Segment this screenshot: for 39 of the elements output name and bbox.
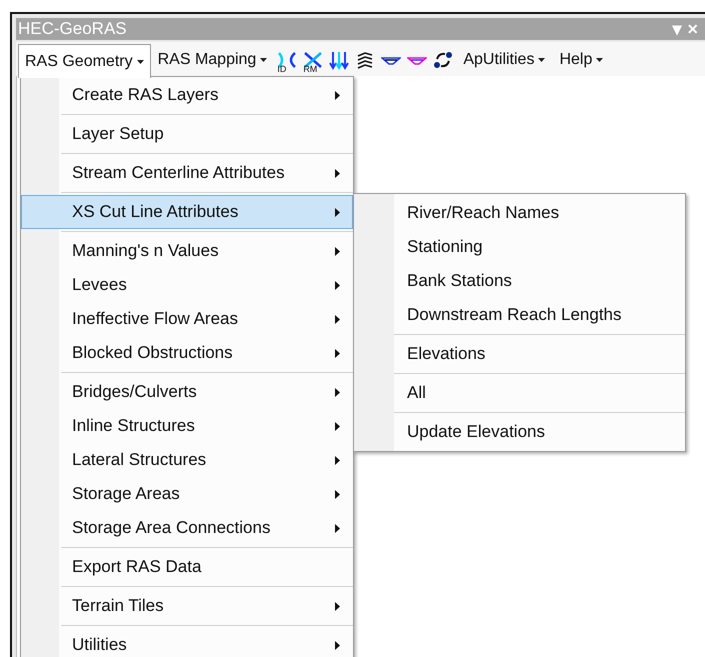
- menu-item[interactable]: Terrain Tiles: [21, 589, 353, 623]
- menu-item[interactable]: Levees: [21, 268, 353, 302]
- caret-icon: [538, 58, 546, 62]
- menu-item[interactable]: Storage Area Connections: [21, 511, 353, 545]
- menu-item[interactable]: Inline Structures: [21, 409, 353, 443]
- toolbar-menu[interactable]: Help: [552, 44, 610, 76]
- menu-item[interactable]: Lateral Structures: [21, 443, 353, 477]
- menu-item[interactable]: Storage Areas: [21, 477, 353, 511]
- menu-item[interactable]: River/Reach Names: [354, 196, 685, 230]
- menu-item[interactable]: All: [354, 376, 685, 410]
- cross-section-tool-icon: [277, 50, 298, 70]
- menu-item[interactable]: Update Elevations: [354, 415, 685, 449]
- toolbar-tool-button[interactable]: RM: [300, 46, 326, 74]
- down-arrows-icon: [329, 50, 350, 70]
- menu-item[interactable]: Ineffective Flow Areas: [21, 302, 353, 336]
- menu-item[interactable]: XS Cut Line Attributes: [21, 195, 353, 229]
- menu-item[interactable]: Create RAS Layers: [21, 78, 353, 112]
- toolbar-tool-button[interactable]: ID: [274, 46, 300, 74]
- menu-item[interactable]: Stream Centerline Attributes: [21, 156, 353, 190]
- caret-icon: [596, 58, 604, 62]
- menu-item[interactable]: Manning's n Values: [21, 234, 353, 268]
- menu-item[interactable]: Export RAS Data: [21, 550, 353, 584]
- toolbar-menu[interactable]: RAS Mapping: [150, 44, 274, 76]
- caret-icon: [136, 60, 144, 64]
- menu-item[interactable]: Elevations: [354, 337, 685, 371]
- menu-item[interactable]: Bridges/Culverts: [21, 375, 353, 409]
- menu-item[interactable]: Utilities: [21, 628, 353, 657]
- tool-label: RM: [303, 65, 318, 74]
- menu-item[interactable]: Bank Stations: [354, 264, 685, 298]
- menu-item[interactable]: Layer Setup: [21, 117, 353, 151]
- tool-label: ID: [277, 65, 286, 74]
- menu-item[interactable]: Downstream Reach Lengths: [354, 298, 685, 332]
- menu-item[interactable]: Stationing: [354, 230, 685, 264]
- toolbar-menu[interactable]: ApUtilities: [456, 44, 552, 76]
- sync-arrows-icon: [433, 50, 454, 70]
- toolbar-menu[interactable]: RAS Geometry: [18, 44, 151, 78]
- caret-icon: [260, 58, 268, 62]
- menu-item[interactable]: Blocked Obstructions: [21, 336, 353, 370]
- window-title: HEC-GeoRAS: [18, 18, 128, 40]
